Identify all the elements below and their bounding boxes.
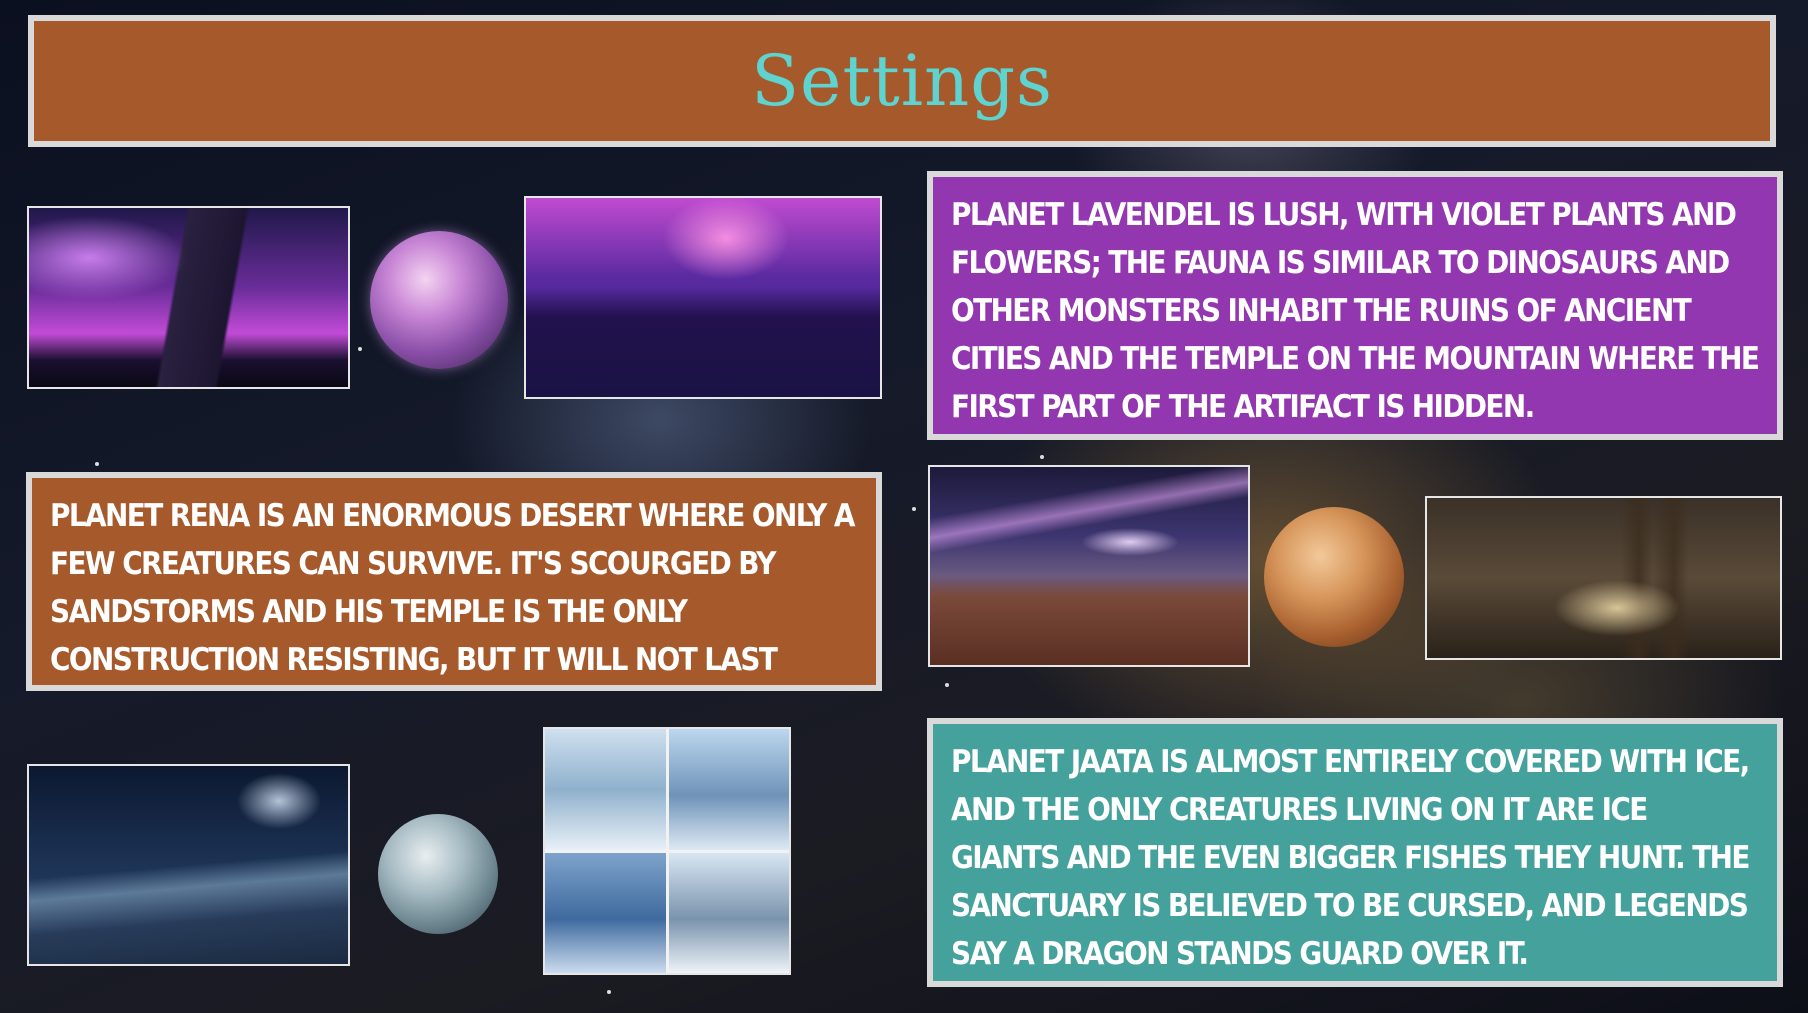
rena-temple-image [1425,496,1782,660]
title-banner: Settings [28,15,1776,147]
rena-description: Planet Rena is an enormous desert where … [50,498,855,678]
slide-title: Settings [751,40,1053,122]
rena-description-box: Planet Rena is an enormous desert where … [26,472,882,691]
lavendel-description: Planet Lavendel is lush, with violet pla… [951,197,1760,425]
jaata-description: Planet Jaata is almost entirely covered … [951,744,1750,972]
lavendel-ruins-image [524,196,882,399]
star [358,347,362,351]
ice-temple-tile [545,729,666,850]
rena-planet-image [1264,507,1404,647]
star [607,990,611,994]
lavendel-landscape-image [27,206,350,389]
jaata-planet-image [378,814,498,934]
lavendel-description-box: Planet Lavendel is lush, with violet pla… [927,171,1783,440]
star [1040,455,1044,459]
lavendel-planet-image [370,231,508,369]
ice-temple-tile [668,729,789,850]
star [912,507,916,511]
rena-landscape-image [928,465,1250,667]
star [95,462,99,466]
ice-temple-tile [545,852,666,973]
ice-temple-tile [668,852,789,973]
jaata-description-box: Planet Jaata is almost entirely covered … [927,718,1783,987]
jaata-temples-collage-image [543,727,791,975]
star [945,683,949,687]
jaata-landscape-image [27,764,350,966]
